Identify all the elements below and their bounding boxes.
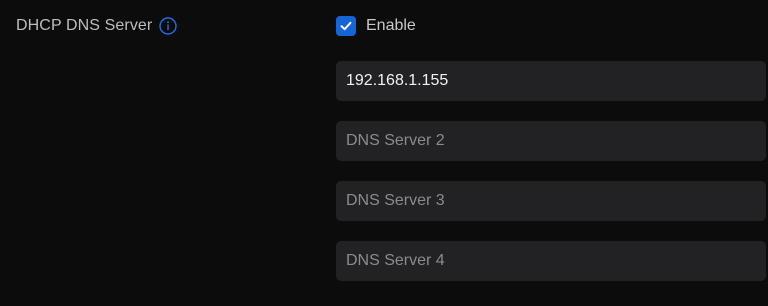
- enable-checkbox-row[interactable]: Enable: [336, 14, 416, 38]
- dns-server-2-input[interactable]: [336, 121, 766, 161]
- dns-server-1-input[interactable]: [336, 61, 766, 101]
- dhcp-dns-server-label-row: DHCP DNS Server: [16, 14, 178, 38]
- dns-server-3-input[interactable]: [336, 181, 766, 221]
- dns-server-4-input[interactable]: [336, 241, 766, 281]
- dhcp-dns-server-label: DHCP DNS Server: [16, 17, 153, 34]
- enable-checkbox[interactable]: [336, 16, 356, 36]
- checkmark-icon: [340, 21, 352, 31]
- info-icon[interactable]: [159, 17, 178, 35]
- enable-checkbox-label: Enable: [366, 17, 416, 34]
